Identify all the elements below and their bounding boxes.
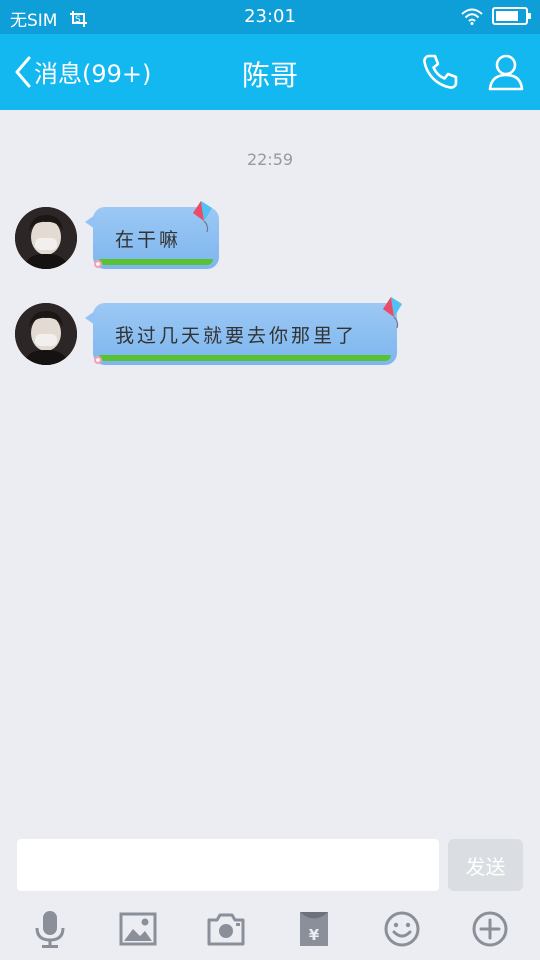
wifi-icon bbox=[461, 8, 483, 25]
svg-text:¥: ¥ bbox=[309, 926, 320, 944]
message-bubble[interactable]: 我过几天就要去你那里了 bbox=[85, 297, 402, 365]
message-bubble[interactable]: 在干嘛 bbox=[85, 201, 219, 269]
avatar[interactable] bbox=[15, 207, 77, 269]
send-button[interactable]: 发送 bbox=[448, 839, 523, 891]
input-bar: 发送 ¥ bbox=[0, 830, 540, 960]
back-label: 消息(99+) bbox=[34, 60, 152, 88]
message-timestamp: 22:59 bbox=[246, 150, 294, 169]
nav-bar: 消息(99+) 陈哥 bbox=[0, 34, 540, 110]
profile-icon[interactable] bbox=[487, 53, 525, 91]
back-button[interactable]: 消息(99+) bbox=[14, 54, 151, 89]
message-input[interactable] bbox=[17, 839, 439, 891]
message-text: 我过几天就要去你那里了 bbox=[115, 325, 358, 347]
input-toolbar: ¥ bbox=[0, 905, 540, 955]
message-text: 在干嘛 bbox=[115, 229, 182, 251]
status-time: 23:01 bbox=[244, 6, 296, 27]
status-bar: 无SIM S 23:01 bbox=[0, 0, 540, 34]
avatar[interactable] bbox=[15, 303, 77, 365]
back-arrow-icon bbox=[15, 56, 31, 87]
red-packet-icon[interactable]: ¥ bbox=[294, 909, 334, 949]
flower-icon bbox=[94, 260, 102, 268]
kite-icon bbox=[193, 201, 212, 233]
bubble-grass-decoration bbox=[99, 259, 213, 265]
battery-icon bbox=[492, 7, 531, 25]
message-row: 我过几天就要去你那里了 bbox=[15, 297, 425, 373]
camera-icon[interactable] bbox=[206, 909, 246, 949]
flower-icon bbox=[94, 356, 102, 364]
avatar-image bbox=[15, 303, 77, 365]
kite-icon bbox=[383, 297, 402, 329]
battery-level bbox=[496, 11, 519, 21]
message-row: 在干嘛 bbox=[15, 201, 235, 277]
image-icon[interactable] bbox=[118, 909, 158, 949]
avatar-image bbox=[15, 207, 77, 269]
status-right bbox=[460, 7, 531, 25]
microphone-icon[interactable] bbox=[30, 909, 70, 949]
plus-icon[interactable] bbox=[470, 909, 510, 949]
chat-area[interactable]: 22:59 在干嘛 我过几天就要去你那里了 bbox=[0, 110, 540, 830]
bubble-grass-decoration bbox=[99, 355, 391, 361]
emoji-icon[interactable] bbox=[382, 909, 422, 949]
phone-icon[interactable] bbox=[420, 52, 460, 92]
